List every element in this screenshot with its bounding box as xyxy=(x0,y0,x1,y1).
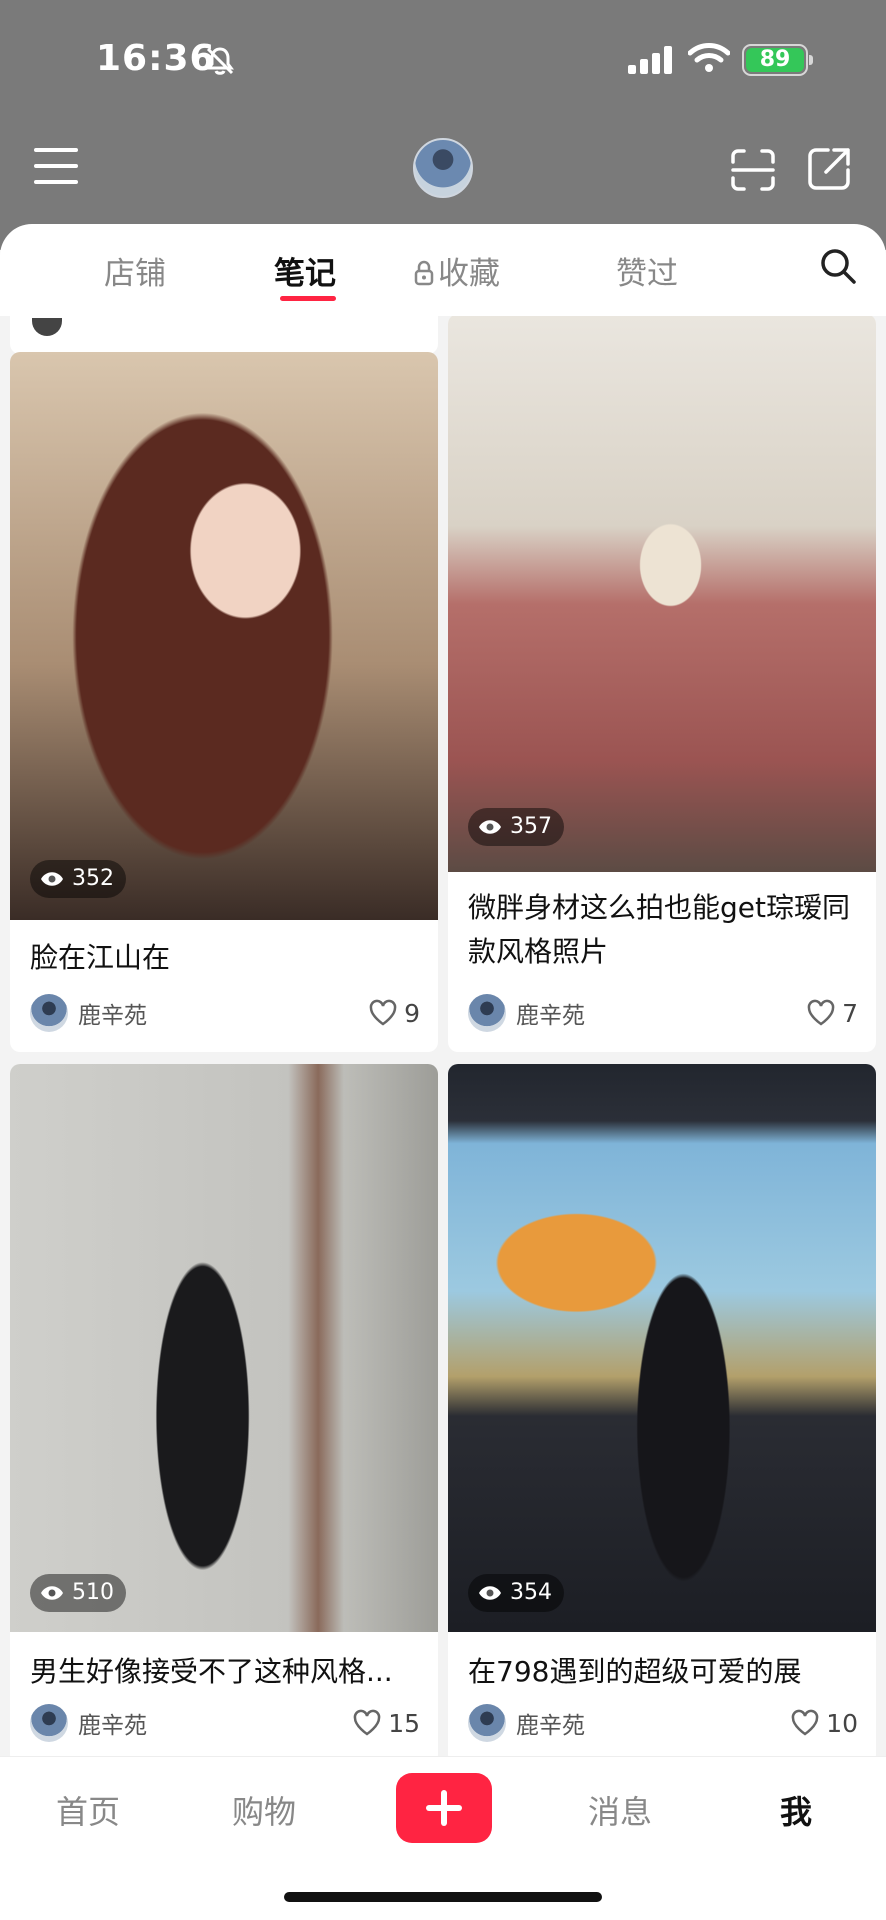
like-count: 9 xyxy=(404,998,420,1028)
view-count-badge: 352 xyxy=(30,860,126,898)
like-count: 15 xyxy=(388,1708,420,1738)
cellular-signal-icon xyxy=(628,46,672,74)
heart-icon xyxy=(791,1709,819,1736)
view-count: 352 xyxy=(72,866,114,891)
view-count-badge: 357 xyxy=(468,808,564,846)
notes-feed: 352 脸在江山在 鹿辛苑 9 357 微胖身材这么拍也能get琮瑷同款风格照片… xyxy=(0,316,886,1756)
note-title[interactable]: 脸在江山在 xyxy=(30,936,422,980)
heart-icon xyxy=(807,999,835,1026)
active-tab-indicator xyxy=(280,296,336,301)
note-title[interactable]: 在798遇到的超级可爱的展 xyxy=(468,1650,860,1694)
nav-me[interactable]: 我 xyxy=(780,1787,812,1833)
wifi-icon xyxy=(688,43,730,72)
note-title[interactable]: 男生好像接受不了这种风格... xyxy=(30,1650,422,1694)
note-meta: 鹿辛苑 9 xyxy=(30,994,420,1032)
view-count-badge: 354 xyxy=(468,1574,564,1612)
heart-icon xyxy=(353,1709,381,1736)
author-name[interactable]: 鹿辛苑 xyxy=(516,996,806,1030)
eye-icon xyxy=(479,1586,501,1600)
nav-messages[interactable]: 消息 xyxy=(588,1787,652,1833)
view-count-badge: 510 xyxy=(30,1574,126,1612)
avatar[interactable] xyxy=(413,138,473,198)
author-avatar[interactable] xyxy=(468,994,506,1032)
lock-icon xyxy=(414,260,434,286)
note-meta: 鹿辛苑 7 xyxy=(468,994,858,1032)
note-card[interactable]: 354 在798遇到的超级可爱的展 鹿辛苑 10 xyxy=(448,1064,876,1756)
profile-header: 16:36 89 xyxy=(0,0,886,250)
share-icon[interactable] xyxy=(806,146,852,192)
eye-icon xyxy=(41,1586,63,1600)
like-count: 7 xyxy=(842,998,858,1028)
tab-liked[interactable]: 赞过 xyxy=(616,248,678,293)
nav-home[interactable]: 首页 xyxy=(56,1787,120,1833)
bell-muted-icon xyxy=(206,47,234,75)
tab-bar: 店铺 笔记 收藏 赞过 xyxy=(0,224,886,316)
create-post-button[interactable] xyxy=(396,1773,492,1843)
status-bar: 16:36 89 xyxy=(0,0,886,120)
view-count: 510 xyxy=(72,1580,114,1605)
note-cover-image[interactable] xyxy=(448,1064,876,1632)
like-button[interactable]: 15 xyxy=(352,1709,420,1738)
author-avatar[interactable] xyxy=(30,1704,68,1742)
author-avatar[interactable] xyxy=(30,994,68,1032)
author-avatar[interactable] xyxy=(468,1704,506,1742)
battery-level: 89 xyxy=(746,48,804,72)
partial-note-card[interactable] xyxy=(10,316,438,354)
tab-favorites-label: 收藏 xyxy=(438,256,500,292)
note-cover-image[interactable] xyxy=(448,316,876,872)
note-meta: 鹿辛苑 15 xyxy=(30,1704,420,1742)
eye-icon xyxy=(41,872,63,886)
note-meta: 鹿辛苑 10 xyxy=(468,1704,858,1742)
search-icon[interactable] xyxy=(818,246,858,286)
author-name[interactable]: 鹿辛苑 xyxy=(78,996,368,1030)
note-cover-image[interactable] xyxy=(10,1064,438,1632)
like-button[interactable]: 7 xyxy=(806,999,858,1028)
note-card[interactable]: 357 微胖身材这么拍也能get琮瑷同款风格照片 鹿辛苑 7 xyxy=(448,316,876,1052)
note-cover-image[interactable] xyxy=(10,352,438,920)
note-card[interactable]: 352 脸在江山在 鹿辛苑 9 xyxy=(10,352,438,1052)
tab-favorites[interactable]: 收藏 xyxy=(414,248,500,293)
like-button[interactable]: 10 xyxy=(790,1709,858,1738)
nav-shop[interactable]: 购物 xyxy=(232,1787,296,1833)
like-button[interactable]: 9 xyxy=(368,999,420,1028)
view-count: 354 xyxy=(510,1580,552,1605)
tab-notes[interactable]: 笔记 xyxy=(274,248,336,293)
like-count: 10 xyxy=(826,1708,858,1738)
note-card[interactable]: 510 男生好像接受不了这种风格... 鹿辛苑 15 xyxy=(10,1064,438,1756)
author-name[interactable]: 鹿辛苑 xyxy=(516,1706,790,1740)
author-name[interactable]: 鹿辛苑 xyxy=(78,1706,352,1740)
view-count: 357 xyxy=(510,814,552,839)
eye-icon xyxy=(479,820,501,834)
tab-shop[interactable]: 店铺 xyxy=(104,248,166,293)
menu-icon[interactable] xyxy=(34,148,78,184)
status-time: 16:36 xyxy=(96,38,216,79)
note-title[interactable]: 微胖身材这么拍也能get琮瑷同款风格照片 xyxy=(468,886,860,974)
home-indicator[interactable] xyxy=(284,1892,602,1902)
heart-icon xyxy=(369,999,397,1026)
scan-icon[interactable] xyxy=(730,148,776,192)
battery-indicator: 89 xyxy=(742,44,813,76)
